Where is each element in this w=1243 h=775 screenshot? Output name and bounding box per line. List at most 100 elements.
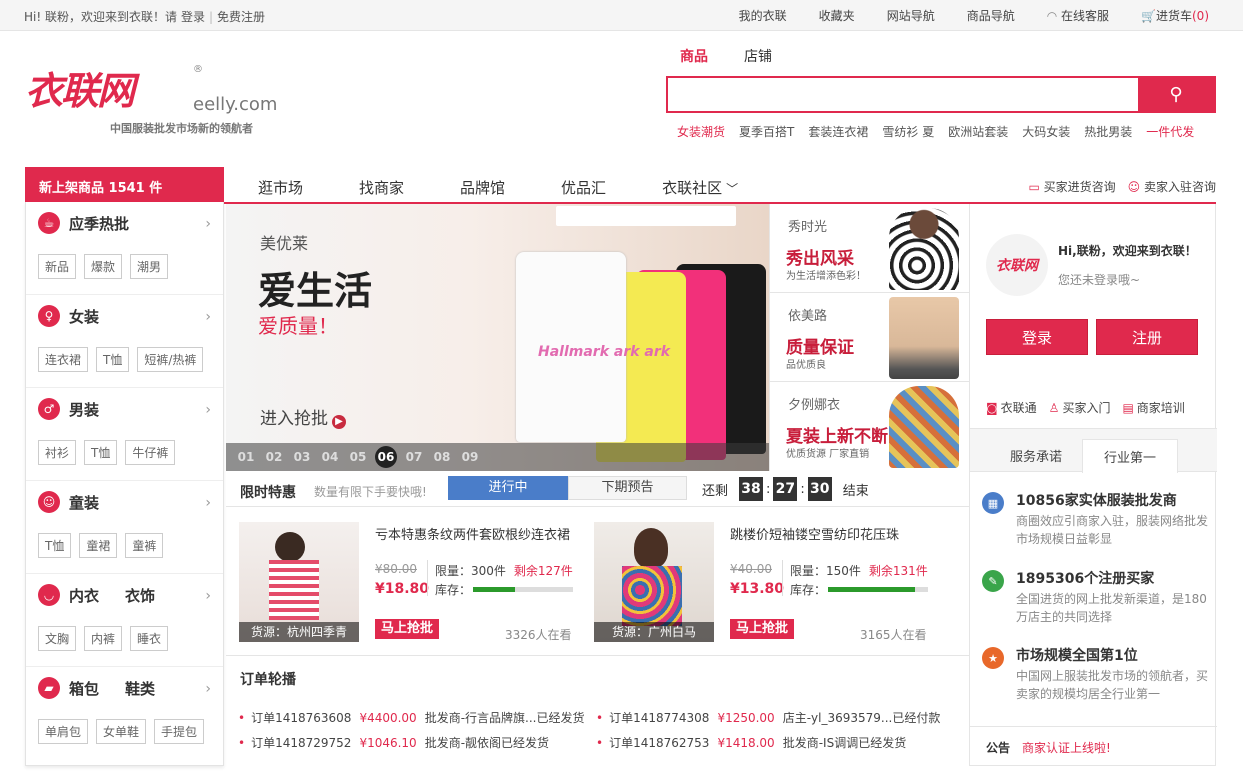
pager-dot[interactable]: 02 <box>260 450 288 464</box>
register-link[interactable]: 免费注册 <box>217 10 265 24</box>
category-tag[interactable]: 童裤 <box>125 533 164 558</box>
flash-product-card[interactable]: 货源：杭州四季青 亏本特惠条纹两件套欧根纱连衣裙 ¥80.00 ¥18.80 限… <box>239 520 579 645</box>
tab-service-promise[interactable]: 服务承诺 <box>1010 446 1062 465</box>
order-row[interactable]: • 订单1418729752 ¥1046.10 批发商-靓依阁已经发货 <box>238 734 549 751</box>
notice-bar: 公告 商家认证上线啦! <box>970 726 1217 766</box>
favorites-link[interactable]: 收藏夹 <box>819 7 855 24</box>
product-image[interactable]: 货源：广州白马 <box>594 522 714 642</box>
category-tag[interactable]: 短裤/热裤 <box>137 347 204 372</box>
category-kids[interactable]: ☺ 童装 › T恤 童裙 童裤 <box>26 481 223 574</box>
logo-registered: ® <box>193 64 203 75</box>
category-tag[interactable]: T恤 <box>96 347 130 372</box>
category-bags[interactable]: ▰ 箱包 鞋类 › 单肩包 女单鞋 手提包 <box>26 667 223 760</box>
hotword[interactable]: 女装潮货 <box>677 123 725 140</box>
flash-product-card[interactable]: 货源：广州白马 跳楼价短袖镂空雪纺印花压珠 ¥40.00 ¥13.80 限量：1… <box>594 520 934 645</box>
nav-market[interactable]: 逛市场 <box>258 177 303 198</box>
hotword[interactable]: 套装连衣裙 <box>808 123 868 140</box>
category-tag[interactable]: 童裙 <box>79 533 118 558</box>
product-name[interactable]: 跳楼价短袖镂空雪纺印花压珠 <box>730 524 899 543</box>
category-tag[interactable]: 潮男 <box>130 254 169 279</box>
category-underwear[interactable]: ◡ 内衣 衣饰 › 文胸 内裤 睡衣 <box>26 574 223 667</box>
nav-community[interactable]: 衣联社区 ﹀ <box>662 177 738 198</box>
category-title: 内衣 <box>69 586 100 605</box>
buyer-guide-link[interactable]: ♙ 买家入门 <box>1049 399 1111 416</box>
buyer-consult-link[interactable]: ▭ 买家进货咨询 <box>1028 178 1115 195</box>
tab-shops[interactable]: 店铺 <box>744 46 772 66</box>
category-title-extra: 鞋类 <box>125 679 156 698</box>
original-price: ¥40.00 <box>730 562 772 576</box>
order-row[interactable]: • 订单1418762753 ¥1418.00 批发商-IS调调已经发货 <box>596 734 906 751</box>
product-nav-link[interactable]: 商品导航 <box>967 7 1015 24</box>
hotword[interactable]: 欧洲站套装 <box>948 123 1008 140</box>
hotword[interactable]: 大码女装 <box>1022 123 1070 140</box>
eelly-tong-link[interactable]: ◙ 衣联通 <box>986 399 1037 416</box>
category-tag[interactable]: 文胸 <box>38 626 77 651</box>
category-tag[interactable]: 牛仔裤 <box>125 440 176 465</box>
site-logo[interactable]: 衣联网 ® eelly.com 中国服装批发市场新的领航者 <box>25 62 285 142</box>
hotword[interactable]: 雪纺衫 夏 <box>882 123 934 140</box>
category-tag[interactable]: T恤 <box>84 440 118 465</box>
hotword[interactable]: 热批男装 <box>1084 123 1132 140</box>
order-row[interactable]: • 订单1418763608 ¥4400.00 批发商-行言品牌旗...已经发货 <box>238 709 584 726</box>
seller-training-link[interactable]: ▤ 商家培训 <box>1122 399 1184 416</box>
nav-find-seller[interactable]: 找商家 <box>359 177 404 198</box>
pager-dot-active[interactable]: 06 <box>375 446 397 468</box>
new-products-header[interactable]: 新上架商品 1541 件 <box>25 167 224 202</box>
hotword[interactable]: 一件代发 <box>1146 123 1194 140</box>
login-link[interactable]: 登录 <box>181 10 205 24</box>
category-tag[interactable]: 衬衫 <box>38 440 77 465</box>
countdown-seconds: 30 <box>807 477 832 501</box>
buy-now-button[interactable]: 马上抢批 <box>375 619 439 639</box>
pager-dot[interactable]: 08 <box>428 450 456 464</box>
category-tag[interactable]: 新品 <box>38 254 77 279</box>
bag-icon: ◙ <box>986 401 998 415</box>
tab-products[interactable]: 商品 <box>680 46 708 66</box>
tab-upcoming[interactable]: 下期预告 <box>568 476 687 500</box>
pager-dot[interactable]: 07 <box>400 450 428 464</box>
hotword[interactable]: 夏季百搭T <box>739 123 794 140</box>
login-button[interactable]: 登录 <box>986 319 1088 355</box>
pager-dot[interactable]: 03 <box>288 450 316 464</box>
product-image[interactable]: 货源：杭州四季青 <box>239 522 359 642</box>
promo-card[interactable]: 依美路 质量保证 品优质良 <box>770 293 969 382</box>
notice-text[interactable]: 商家认证上线啦! <box>1022 741 1111 755</box>
category-seasonal[interactable]: ☕ 应季热批 › 新品 爆款 潮男 <box>26 202 223 295</box>
buy-now-button[interactable]: 马上抢批 <box>730 619 794 639</box>
category-tag[interactable]: 女单鞋 <box>96 719 147 744</box>
pager-dot[interactable]: 05 <box>344 450 372 464</box>
pager-dot[interactable]: 01 <box>232 450 260 464</box>
promo-title: 秀出风采 <box>786 249 854 269</box>
category-men[interactable]: ♂ 男装 › 衬衫 T恤 牛仔裤 <box>26 388 223 481</box>
nav-premium[interactable]: 优品汇 <box>561 177 606 198</box>
promo-title: 质量保证 <box>786 338 854 358</box>
category-women[interactable]: ♀ 女装 › 连衣裙 T恤 短裤/热裤 <box>26 295 223 388</box>
pager-dot[interactable]: 09 <box>456 450 484 464</box>
category-tag[interactable]: 内裤 <box>84 626 123 651</box>
order-row[interactable]: • 订单1418774308 ¥1250.00 店主-yl_3693579...已经付… <box>596 709 940 726</box>
site-nav-link[interactable]: 网站导航 <box>887 7 935 24</box>
category-tag[interactable]: T恤 <box>38 533 72 558</box>
pager-dot[interactable]: 04 <box>316 450 344 464</box>
my-eelly-link[interactable]: 我的衣联 <box>739 7 787 24</box>
product-name[interactable]: 亏本特惠条纹两件套欧根纱连衣裙 <box>375 524 570 543</box>
seller-consult-link[interactable]: ☺ 卖家入驻咨询 <box>1128 178 1216 195</box>
search-input[interactable] <box>668 78 1138 111</box>
smile-icon: ☺ <box>1127 180 1141 194</box>
category-tag[interactable]: 手提包 <box>154 719 205 744</box>
category-tag[interactable]: 爆款 <box>84 254 123 279</box>
category-tag[interactable]: 单肩包 <box>38 719 89 744</box>
register-button[interactable]: 注册 <box>1096 319 1198 355</box>
banner-cta[interactable]: 进入抢批 ▶ <box>260 404 346 429</box>
category-tag[interactable]: 睡衣 <box>130 626 169 651</box>
nav-brand-hall[interactable]: 品牌馆 <box>460 177 505 198</box>
tab-ongoing[interactable]: 进行中 <box>448 476 568 500</box>
tab-industry-first[interactable]: 行业第一 <box>1082 439 1178 473</box>
cart-link[interactable]: 🛒进货车(0) <box>1141 7 1209 24</box>
customer-service-link[interactable]: ◠ 在线客服 <box>1047 7 1109 24</box>
promo-card[interactable]: 夕例娜衣 夏装上新不断 优质货源 厂家直销 <box>770 382 969 471</box>
hero-banner[interactable]: 美优莱 爱生活 爱质量！ 进入抢批 ▶ Hallmark ark ark 01 0… <box>226 204 769 471</box>
search-button[interactable]: ⚲ <box>1138 78 1214 111</box>
category-tag[interactable]: 连衣裙 <box>38 347 89 372</box>
promo-card[interactable]: 秀时光 秀出风采 为生活增添色彩！ <box>770 204 969 293</box>
promo-shop-name: 依美路 <box>788 309 828 324</box>
